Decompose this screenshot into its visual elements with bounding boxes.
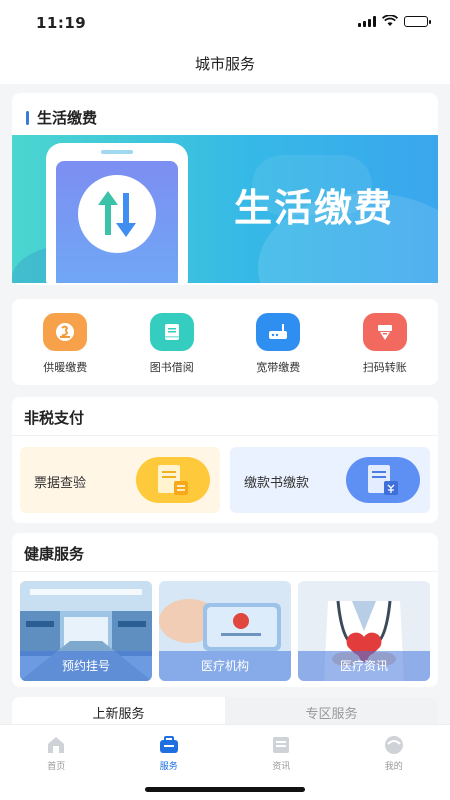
receipt-check-label: 票据查验 xyxy=(34,476,87,491)
page-title: 城市服务 xyxy=(194,55,255,73)
medical-news-label: 医疗资讯 xyxy=(298,651,430,681)
tabbar-service-label: 服务 xyxy=(159,762,178,772)
status-icons xyxy=(358,15,431,27)
receipt-check-card[interactable]: 票据查验 xyxy=(20,447,220,513)
book-icon xyxy=(149,313,194,351)
heating-icon xyxy=(43,313,88,351)
tabbar-profile-label: 我的 xyxy=(384,762,403,772)
banner-headline: 生活缴费 xyxy=(234,186,395,230)
status-bar: 11:19 xyxy=(0,0,450,44)
tabbar-home-label: 首页 xyxy=(47,762,66,772)
medical-news-card[interactable]: 医疗资讯 xyxy=(298,581,430,681)
wifi-icon xyxy=(382,15,398,26)
broadband-payment-item[interactable]: 宽带缴费 xyxy=(225,313,332,375)
heating-payment-item[interactable]: 供暖缴费 xyxy=(12,313,119,375)
scan-transfer-label: 扫码转账 xyxy=(362,361,407,374)
broadband-payment-label: 宽带缴费 xyxy=(256,361,301,374)
tabbar-profile[interactable]: 我的 xyxy=(338,725,450,800)
tabbar-news-label: 资讯 xyxy=(272,762,291,772)
health-title: 健康服务 xyxy=(24,545,85,563)
nav-bar: 城市服务 xyxy=(0,44,450,84)
profile-icon xyxy=(384,736,403,754)
payment-document-icon xyxy=(346,457,420,503)
phone-illustration xyxy=(46,143,188,283)
life-payment-title: 生活缴费 xyxy=(37,109,98,127)
news-icon xyxy=(273,737,290,753)
book-borrow-label: 图书借阅 xyxy=(149,361,194,374)
bottom-tab-bar: 首页 服务 资讯 我的 xyxy=(0,724,450,800)
medical-institution-card[interactable]: 医疗机构 xyxy=(159,581,291,681)
scan-transfer-icon xyxy=(362,313,407,351)
medical-institution-label: 医疗机构 xyxy=(159,651,291,681)
non-tax-title: 非税支付 xyxy=(24,409,85,427)
payment-document-card[interactable]: 缴款书缴款 xyxy=(230,447,430,513)
tabbar-home[interactable]: 首页 xyxy=(0,725,113,800)
payment-document-label: 缴款书缴款 xyxy=(244,476,310,491)
heating-payment-label: 供暖缴费 xyxy=(43,361,88,374)
transfer-arrows-icon xyxy=(78,175,156,253)
health-section: 健康服务 预约挂号 医疗机构 医疗资讯 xyxy=(12,533,438,687)
life-payment-grid: 供暖缴费 图书借阅 宽带缴费 扫码转账 xyxy=(12,299,438,385)
life-payment-banner[interactable]: 生活缴费 xyxy=(12,135,438,283)
home-icon xyxy=(48,737,65,753)
router-icon xyxy=(256,313,301,351)
section-accent-bar xyxy=(26,110,29,125)
battery-icon xyxy=(404,15,431,27)
life-payment-header: 生活缴费 xyxy=(26,107,97,128)
appointment-label: 预约挂号 xyxy=(20,651,152,681)
book-borrow-item[interactable]: 图书借阅 xyxy=(119,313,226,375)
status-time: 11:19 xyxy=(36,14,87,32)
receipt-check-icon xyxy=(136,457,210,503)
home-indicator[interactable] xyxy=(145,787,305,792)
cellular-signal-icon xyxy=(358,15,376,27)
appointment-card[interactable]: 预约挂号 xyxy=(20,581,152,681)
service-icon xyxy=(159,736,178,753)
non-tax-section: 非税支付 票据查验 缴款书缴款 xyxy=(12,397,438,523)
scan-transfer-item[interactable]: 扫码转账 xyxy=(332,313,439,375)
